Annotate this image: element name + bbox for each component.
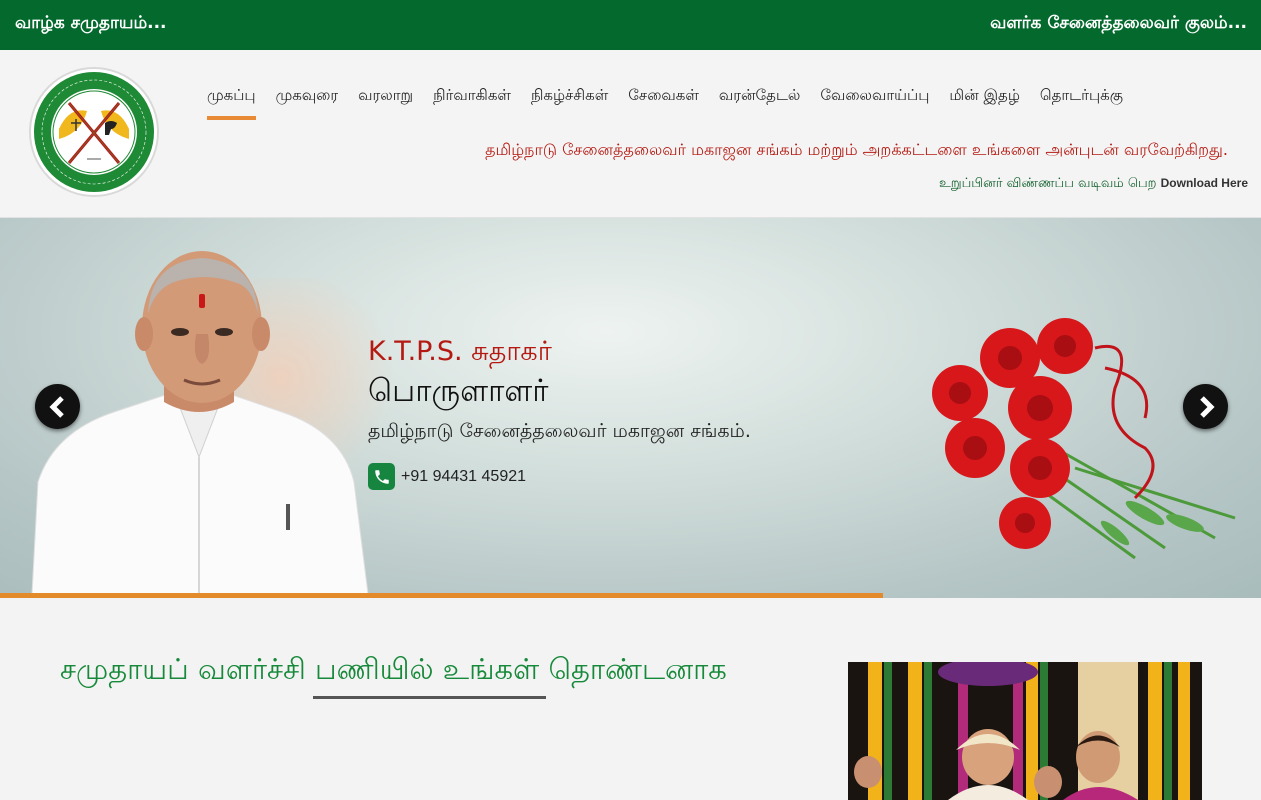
topbar-left-slogan: வாழ்க சமுதாயம்... <box>15 13 167 33</box>
slide-progress-bar <box>0 593 883 598</box>
main-navigation: முகப்பு முகவுரை வரலாறு நிர்வாகிகள் நிகழ்… <box>207 86 1143 120</box>
nav-item-services[interactable]: சேவைகள் <box>628 86 699 120</box>
nav-item-contact[interactable]: தொடர்புக்கு <box>1040 86 1123 120</box>
welcome-message: தமிழ்நாடு சேனைத்தலைவர் மகாஜன சங்கம் மற்ற… <box>485 140 1228 159</box>
download-prefix-text: உறுப்பினர் விண்ணப்ப வடிவம் பெற <box>938 176 1157 191</box>
hero-organization: தமிழ்நாடு சேனைத்தலைவர் மகாஜன சங்கம். <box>368 420 751 442</box>
nav-item-emagazine[interactable]: மின் இதழ் <box>949 86 1020 120</box>
nav-item-home[interactable]: முகப்பு <box>207 86 256 120</box>
nav-item-matrimony[interactable]: வரன்தேடல் <box>719 86 800 120</box>
nav-item-history[interactable]: வரலாறு <box>358 86 413 120</box>
hero-phone-row: +91 94431 45921 <box>368 463 526 490</box>
heading-underline <box>313 696 546 699</box>
red-roses-bouquet <box>932 318 1236 560</box>
membership-form-download: உறுப்பினர் விண்ணப்ப வடிவம் பெற Download … <box>939 176 1248 192</box>
nav-item-events[interactable]: நிகழ்ச்சிகள் <box>531 86 608 120</box>
top-banner: வாழ்க சமுதாயம்... வளர்க சேனைத்தலைவர் குல… <box>0 0 1261 50</box>
site-header: முகப்பு முகவுரை வரலாறு நிர்வாகிகள் நிகழ்… <box>0 50 1261 218</box>
chevron-left-icon <box>48 395 64 418</box>
nav-item-administrators[interactable]: நிர்வாகிகள் <box>433 86 511 120</box>
nav-item-preface[interactable]: முகவுரை <box>276 86 339 120</box>
download-here-link[interactable]: Download Here <box>1161 176 1248 190</box>
slider-previous-button[interactable] <box>35 384 80 429</box>
phone-icon <box>368 463 395 490</box>
association-seal-logo[interactable] <box>29 67 159 197</box>
chevron-right-icon <box>1199 395 1215 418</box>
wedding-ceremony-photo <box>848 662 1202 800</box>
nav-item-jobs[interactable]: வேலைவாய்ப்பு <box>820 86 929 120</box>
section-heading: சமுதாயப் வளர்ச்சி பணியில் உங்கள் தொண்டனா… <box>60 652 727 686</box>
hero-phone-number[interactable]: +91 94431 45921 <box>401 468 526 486</box>
topbar-right-slogan: வளர்க சேனைத்தலைவர் குலம்... <box>990 13 1247 33</box>
hero-person-role: பொருளாளர் <box>368 373 549 409</box>
hero-person-name: K.T.P.S. சுதாகர் <box>368 336 552 367</box>
slider-next-button[interactable] <box>1183 384 1228 429</box>
hero-slider: K.T.P.S. சுதாகர் பொருளாளர் தமிழ்நாடு சேன… <box>0 218 1261 598</box>
